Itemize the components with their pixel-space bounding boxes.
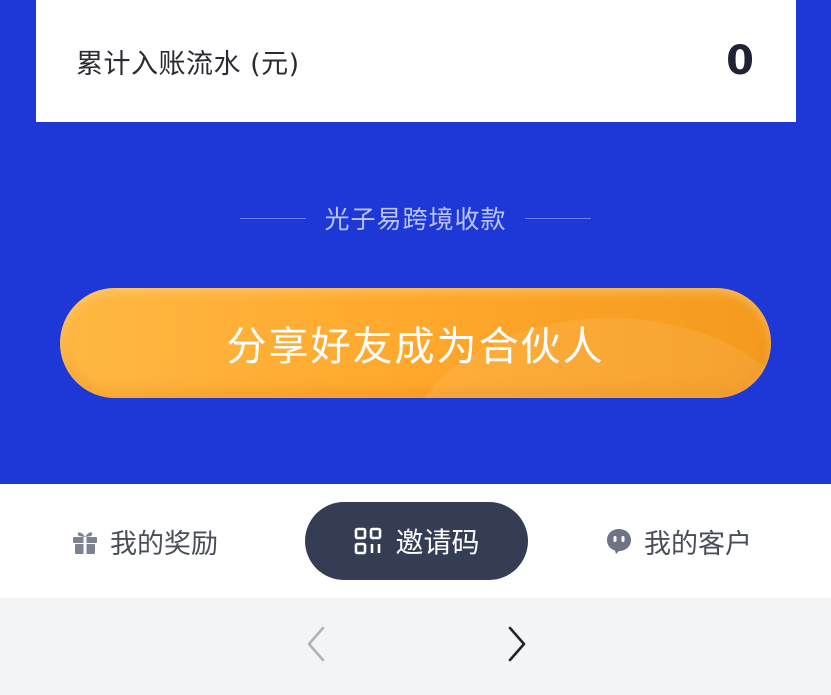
cumulative-flow-card: 累计入账流水 (元) 0 [36, 0, 796, 122]
nav-invite-code[interactable]: 邀请码 [305, 502, 528, 580]
share-partner-label: 分享好友成为合伙人 [226, 324, 605, 370]
section-title: 光子易跨境收款 [324, 205, 507, 234]
nav-my-customers-label: 我的客户 [644, 528, 752, 560]
share-partner-button[interactable]: 分享好友成为合伙人 [60, 288, 771, 398]
nav-my-customers[interactable]: 我的客户 [604, 484, 752, 598]
promo-section: 累计入账流水 (元) 0 光子易跨境收款 分享好友成为合伙人 [0, 0, 831, 484]
divider-line-right [524, 217, 591, 219]
bottom-nav: 我的奖励 邀请码 我的客户 [0, 484, 831, 598]
gift-icon [70, 526, 100, 556]
browser-toolbar [0, 598, 831, 695]
cumulative-flow-label: 累计入账流水 (元) [76, 48, 300, 80]
chevron-left-icon [304, 624, 328, 668]
cumulative-flow-value: 0 [726, 38, 754, 84]
nav-invite-code-label: 邀请码 [395, 526, 480, 559]
section-divider: 光子易跨境收款 [0, 196, 831, 240]
nav-my-rewards-label: 我的奖励 [110, 528, 218, 560]
qr-code-icon [353, 526, 383, 556]
back-button[interactable] [296, 626, 336, 666]
customer-face-icon [604, 526, 634, 556]
forward-button[interactable] [497, 626, 537, 666]
divider-line-left [240, 217, 307, 219]
chevron-right-icon [505, 624, 529, 668]
nav-my-rewards[interactable]: 我的奖励 [70, 484, 218, 598]
